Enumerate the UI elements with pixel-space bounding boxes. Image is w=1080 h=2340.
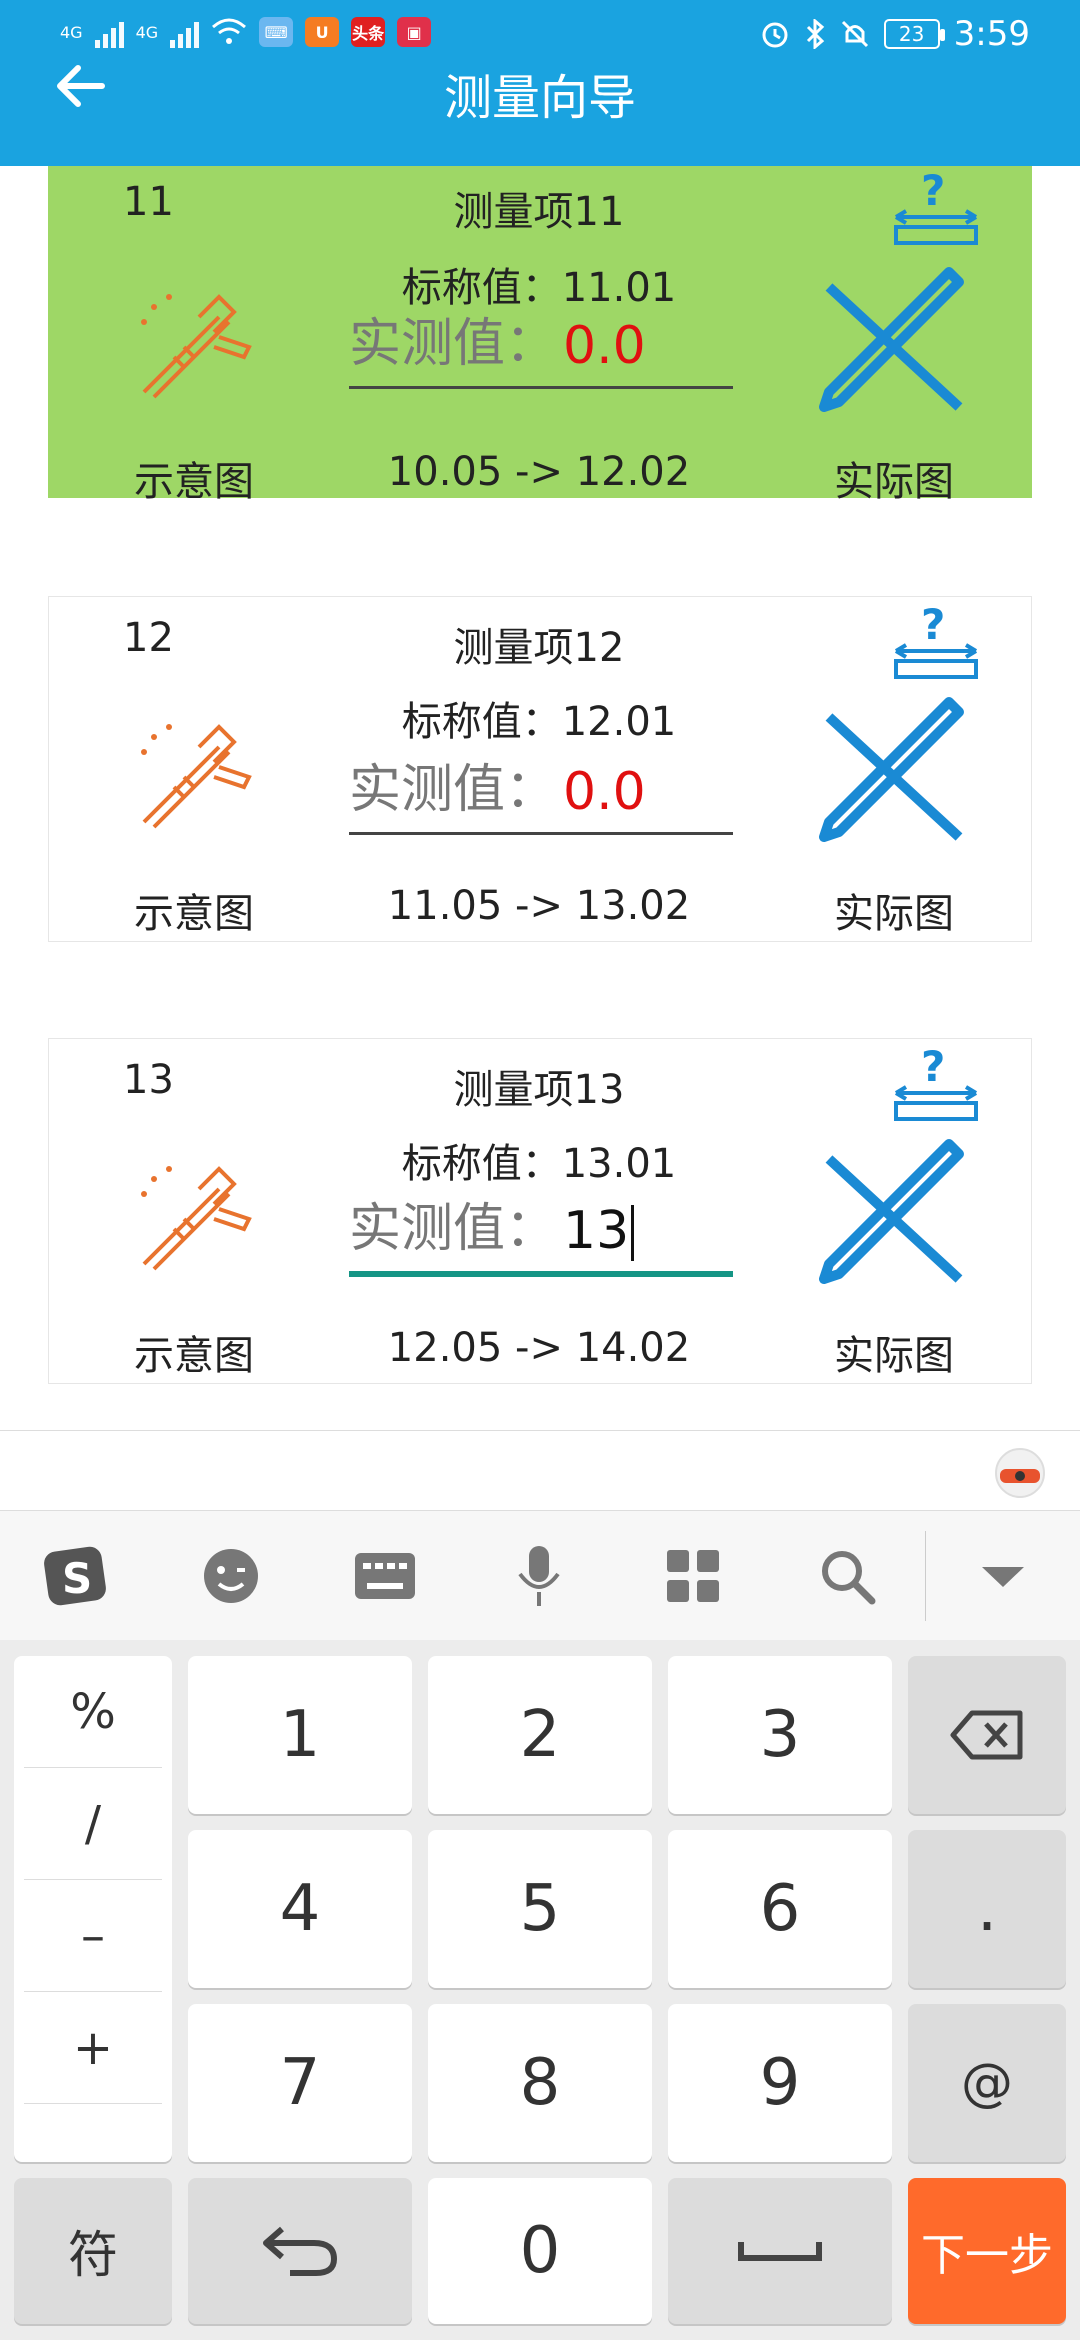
key-plus[interactable]: +: [24, 1992, 162, 2104]
key-2[interactable]: 2: [428, 1656, 652, 1814]
symbols-key[interactable]: 符: [14, 2178, 172, 2324]
status-right: 23 3:59: [760, 14, 1030, 54]
space-key[interactable]: [668, 2178, 892, 2324]
apps-grid-icon[interactable]: [658, 1541, 728, 1611]
numeric-keyboard: % / – + 1 2 3 4 5 6 . 7 8 9 @ 符 0 下一步: [0, 1640, 1080, 2340]
measure-value: 13: [563, 1201, 630, 1261]
measure-value: 0.0: [563, 316, 646, 376]
item-name: 测量项13: [453, 1067, 625, 1113]
wifi-icon: [212, 18, 247, 44]
sogou-logo-icon[interactable]: S: [40, 1541, 110, 1611]
key-at[interactable]: @: [908, 2004, 1066, 2162]
nominal-value: 标称值：13.01: [401, 1141, 677, 1187]
microphone-icon[interactable]: [504, 1541, 574, 1611]
svg-text:?: ?: [921, 601, 945, 649]
bluetooth-icon: [806, 19, 824, 49]
measure-help-icon[interactable]: ?: [891, 167, 981, 247]
measure-card-12[interactable]: 12 测量项12 标称值：12.01 ? 实测值： 0.0 示意图 11.05 …: [48, 596, 1032, 942]
caliper-illustration-icon[interactable]: [124, 287, 264, 407]
text-cursor: [631, 1205, 635, 1261]
ime-toolbar: S: [0, 1510, 1080, 1640]
item-number: 12: [123, 615, 174, 661]
battery-icon: 23: [883, 19, 945, 49]
tolerance-range: 12.05 -> 14.02: [387, 1325, 691, 1371]
ruler-pencil-icon[interactable]: [809, 267, 979, 417]
actual-photo-label: 实际图: [834, 891, 954, 937]
ime-mascot-icon[interactable]: [990, 1441, 1050, 1501]
key-8[interactable]: 8: [428, 2004, 652, 2162]
key-dot[interactable]: .: [908, 1830, 1066, 1988]
item-name: 测量项12: [453, 625, 625, 671]
return-key[interactable]: [188, 2178, 412, 2324]
search-icon[interactable]: [812, 1541, 882, 1611]
backspace-icon: [950, 1710, 1023, 1760]
measure-help-icon[interactable]: ?: [891, 601, 981, 681]
page-title: 测量向导: [443, 70, 636, 126]
key-4[interactable]: 4: [188, 1830, 412, 1988]
network-label-1: 4G: [60, 22, 83, 42]
nominal-value: 标称值：12.01: [401, 699, 677, 745]
caliper-illustration-icon[interactable]: [124, 717, 264, 837]
key-0[interactable]: 0: [428, 2178, 652, 2324]
measure-card-13[interactable]: 13 测量项13 标称值：13.01 ? 实测值： 13 示意图 12.05 -…: [48, 1038, 1032, 1384]
emoji-icon[interactable]: [196, 1541, 266, 1611]
ime-candidate-bar: [0, 1430, 1080, 1510]
toutiao-app-icon: 头条: [351, 17, 386, 47]
actual-photo-label: 实际图: [834, 1333, 954, 1379]
measure-help-icon[interactable]: ?: [891, 1043, 981, 1123]
item-name: 测量项11: [453, 189, 625, 235]
measure-input-12[interactable]: 实测值： 0.0: [349, 760, 733, 835]
key-7[interactable]: 7: [188, 2004, 412, 2162]
key-3[interactable]: 3: [668, 1656, 892, 1814]
key-1[interactable]: 1: [188, 1656, 412, 1814]
status-left: 4G 4G ⌨ U 头条 ▣: [60, 16, 432, 48]
svg-text:?: ?: [921, 167, 945, 215]
symbol-column: % / – +: [14, 1656, 172, 2162]
caliper-illustration-icon[interactable]: [124, 1159, 264, 1279]
illustration-label: 示意图: [134, 891, 254, 937]
ruler-pencil-icon[interactable]: [809, 1139, 979, 1289]
alarm-icon: [762, 22, 788, 48]
tolerance-range: 11.05 -> 13.02: [387, 883, 691, 929]
item-number: 13: [123, 1057, 174, 1103]
toolbar-divider: [925, 1531, 926, 1621]
signal-icon-1: [94, 16, 124, 48]
measure-label: 实测值：: [349, 314, 558, 374]
measure-value: 0.0: [563, 762, 646, 822]
illustration-label: 示意图: [134, 459, 254, 505]
key-slash[interactable]: /: [24, 1768, 162, 1880]
keyboard-app-icon: ⌨: [259, 17, 294, 47]
key-9[interactable]: 9: [668, 2004, 892, 2162]
svg-text:S: S: [62, 1554, 92, 1603]
key-5[interactable]: 5: [428, 1830, 652, 1988]
return-arrow-icon: [263, 2226, 338, 2276]
signal-icon-2: [170, 16, 200, 48]
uc-app-icon: U: [305, 17, 340, 47]
measure-label: 实测值：: [349, 760, 558, 820]
clock: 3:59: [953, 14, 1030, 54]
item-number: 11: [123, 179, 174, 225]
screen: 4G 4G ⌨ U 头条 ▣ 23 3:59 测量向导 11 测量项11 标称值…: [0, 0, 1080, 2340]
measure-input-13[interactable]: 实测值： 13: [349, 1199, 733, 1277]
key-minus[interactable]: –: [24, 1880, 162, 1992]
shop-app-icon: ▣: [397, 17, 432, 47]
key-6[interactable]: 6: [668, 1830, 892, 1988]
ruler-pencil-icon[interactable]: [809, 697, 979, 847]
svg-text:?: ?: [921, 1043, 945, 1091]
collapse-keyboard-icon[interactable]: [968, 1541, 1038, 1611]
actual-photo-label: 实际图: [834, 459, 954, 505]
next-step-key[interactable]: 下一步: [908, 2178, 1066, 2324]
mute-bell-icon: [841, 20, 868, 48]
network-label-2: 4G: [135, 22, 159, 42]
tolerance-range: 10.05 -> 12.02: [387, 449, 691, 495]
keyboard-layout-icon[interactable]: [350, 1541, 420, 1611]
app-bar: 4G 4G ⌨ U 头条 ▣ 23 3:59 测量向导: [0, 0, 1080, 166]
key-percent[interactable]: %: [24, 1656, 162, 1768]
measure-input-11[interactable]: 实测值： 0.0: [349, 314, 733, 389]
space-bar-icon: [738, 2242, 822, 2261]
backspace-key[interactable]: [908, 1656, 1066, 1814]
illustration-label: 示意图: [134, 1333, 254, 1379]
measure-label: 实测值：: [349, 1199, 558, 1259]
measure-card-11[interactable]: 11 测量项11 标称值：11.01 ? 实测值： 0.0 示意图 10.05 …: [48, 166, 1032, 505]
